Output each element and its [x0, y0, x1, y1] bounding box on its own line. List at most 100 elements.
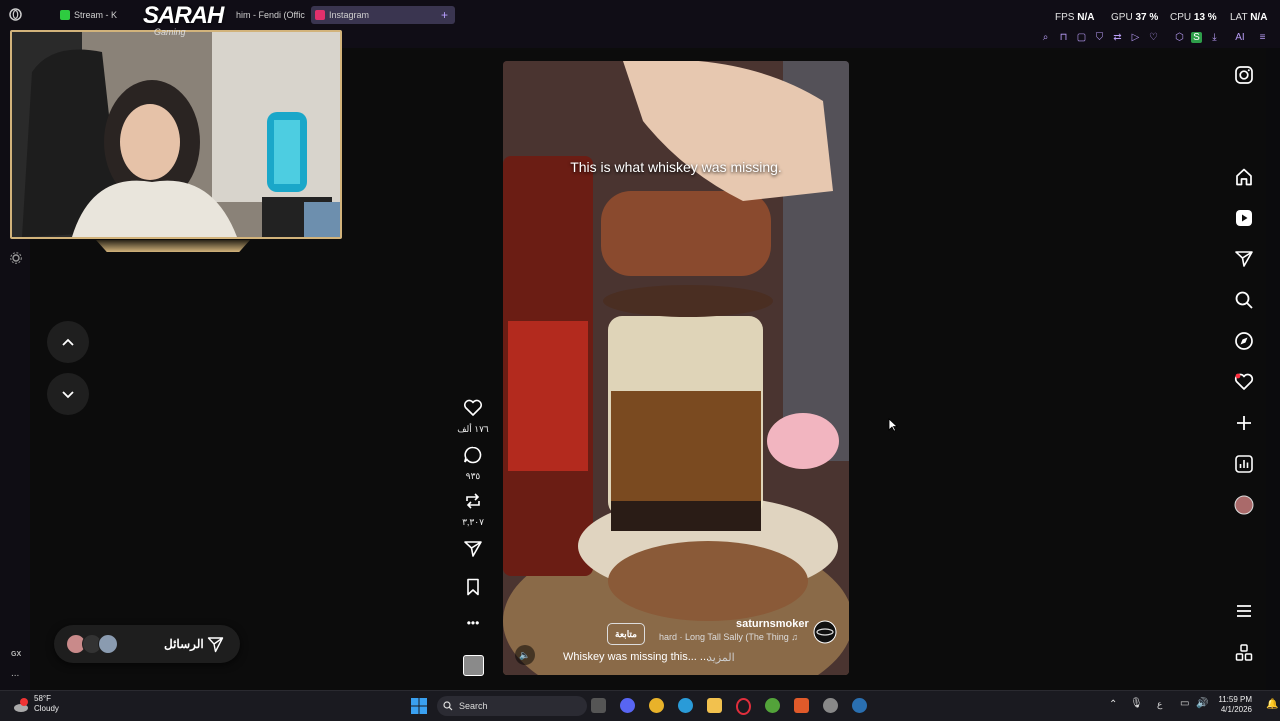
windows-taskbar: 58°F Cloudy Search ⌃ 🎙 ع ▭ 🔊 11:59 PM 4/…	[0, 690, 1280, 721]
chevron-up-icon	[62, 338, 74, 346]
weather-cloud-icon	[14, 698, 28, 712]
download-icon[interactable]: ⤓	[1209, 32, 1220, 43]
messages-label: الرسائل	[164, 637, 204, 651]
shield-icon[interactable]: ⛉	[1094, 32, 1105, 43]
new-tab-button[interactable]: +	[441, 8, 448, 22]
settings-icon[interactable]	[823, 698, 838, 713]
tab-stream[interactable]: Stream - K	[56, 6, 136, 24]
audio-thumbnail[interactable]	[463, 655, 484, 676]
more-options-icon[interactable]: •••	[452, 616, 494, 630]
extensions-icon[interactable]: ⬡	[1174, 32, 1185, 43]
snapshot-icon[interactable]: ▢	[1076, 32, 1087, 43]
profile-avatar-icon[interactable]	[1234, 495, 1254, 515]
fps-readout: FPS N/A	[1055, 12, 1095, 23]
lat-readout: LAT N/A	[1230, 12, 1268, 23]
streamer-webcam-image	[12, 32, 340, 237]
search-icon	[443, 701, 453, 711]
save-button[interactable]	[452, 578, 494, 601]
messages-nav-icon[interactable]	[1234, 249, 1254, 269]
kick-icon	[60, 10, 70, 20]
weather-widget[interactable]: 58°F Cloudy	[34, 694, 59, 714]
avatar	[98, 634, 118, 654]
more-link[interactable]: المزيد	[707, 651, 735, 664]
taskbar-clock[interactable]: 11:59 PM 4/1/2026	[1218, 695, 1252, 715]
comment-button[interactable]: ٩٣٥	[452, 446, 494, 482]
create-plus-icon[interactable]	[1234, 413, 1254, 433]
windows-start-icon[interactable]	[411, 698, 427, 714]
reel-video-frame	[503, 61, 849, 675]
tab-youtube-music[interactable]: him - Fendi (Offic	[218, 6, 322, 24]
opera-logo-icon[interactable]	[9, 8, 22, 21]
send-icon	[464, 541, 482, 557]
discord-icon[interactable]	[620, 698, 635, 713]
follow-button[interactable]: متابعة	[607, 623, 645, 645]
tray-overflow-icon[interactable]: ⌃	[1109, 699, 1117, 710]
comment-icon	[464, 446, 482, 464]
translate-icon[interactable]: ⇄	[1112, 32, 1123, 43]
send-icon	[207, 637, 224, 653]
cpu-readout: CPU 13 %	[1170, 12, 1217, 23]
explore-compass-icon[interactable]	[1234, 331, 1254, 351]
menu-icon[interactable]: ≡	[1257, 32, 1268, 43]
heart-outline-icon[interactable]: ♡	[1148, 32, 1159, 43]
edge-icon[interactable]	[678, 698, 693, 713]
repost-icon	[466, 493, 480, 509]
bookmark-icon	[467, 578, 479, 596]
apps-grid-icon[interactable]	[1234, 643, 1254, 663]
file-explorer-icon[interactable]	[707, 698, 722, 713]
volume-icon[interactable]: 🔊	[1196, 698, 1208, 709]
mouse-cursor-icon	[888, 418, 898, 432]
heart-icon	[463, 399, 483, 416]
chrome-icon[interactable]	[649, 698, 664, 713]
settings-gear-icon[interactable]	[10, 252, 22, 264]
steam-icon[interactable]	[852, 698, 867, 713]
xbox-icon[interactable]	[765, 698, 780, 713]
repost-count: ٣,٣٠٧	[462, 517, 484, 527]
reels-icon[interactable]	[1234, 208, 1254, 228]
play-icon[interactable]: ▷	[1130, 32, 1141, 43]
profile-avatar[interactable]	[813, 620, 837, 644]
previous-reel-button[interactable]	[47, 321, 89, 363]
sarah-gaming-logo: SARAH	[143, 2, 224, 29]
music-track[interactable]: hard · Long Tall Sally (The Thing ♫	[659, 632, 798, 642]
share-button[interactable]	[452, 540, 494, 563]
gx-label[interactable]: GX	[11, 651, 21, 658]
gx-more-icon[interactable]: ...	[11, 668, 19, 679]
pin-icon[interactable]: ⊓	[1058, 32, 1069, 43]
search-icon[interactable]	[1234, 290, 1254, 310]
gpu-readout: GPU 37 %	[1111, 12, 1159, 23]
dashboard-chart-icon[interactable]	[1234, 454, 1254, 474]
mute-toggle-icon[interactable]: 🔈	[515, 645, 535, 665]
instagram-logo-icon[interactable]	[1234, 65, 1254, 85]
username-link[interactable]: saturnsmoker	[736, 618, 809, 630]
webcam-frame-accent	[96, 240, 250, 252]
repost-button[interactable]: ٣,٣٠٧	[452, 492, 494, 528]
notifications-bell-icon[interactable]: 🔔	[1266, 699, 1278, 710]
tab-instagram[interactable]: Instagram	[311, 6, 455, 24]
comment-count: ٩٣٥	[465, 471, 481, 481]
webcam-overlay	[10, 30, 342, 239]
taskbar-search-box[interactable]: Search	[437, 696, 587, 716]
input-language[interactable]: ع	[1157, 699, 1162, 710]
chevron-down-icon	[62, 391, 74, 399]
instagram-tab-icon	[315, 10, 325, 20]
like-button[interactable]: ١٧٦ ألف	[452, 399, 494, 435]
brave-icon[interactable]	[794, 698, 809, 713]
task-view-icon[interactable]	[591, 698, 606, 713]
next-reel-button[interactable]	[47, 373, 89, 415]
profile-s-icon[interactable]: S	[1191, 32, 1202, 43]
ai-button[interactable]: AI	[1230, 32, 1250, 43]
hamburger-menu-icon[interactable]	[1234, 601, 1254, 621]
zoom-icon[interactable]: ⌕	[1040, 32, 1051, 43]
video-description: Whiskey was missing this... ...	[563, 651, 710, 663]
reel-video[interactable]: This is what whiskey was missing. متابعة…	[503, 61, 849, 675]
messages-button[interactable]: الرسائل	[54, 625, 240, 663]
network-icon[interactable]: ▭	[1180, 698, 1189, 709]
logo-subtitle: Gaming	[154, 27, 186, 37]
video-caption: This is what whiskey was missing.	[570, 159, 782, 175]
microphone-icon[interactable]: 🎙	[1130, 698, 1143, 709]
opera-gx-icon[interactable]	[736, 698, 751, 715]
home-icon[interactable]	[1234, 167, 1254, 187]
like-count: ١٧٦ ألف	[457, 424, 489, 434]
notifications-heart-icon[interactable]	[1234, 372, 1254, 392]
